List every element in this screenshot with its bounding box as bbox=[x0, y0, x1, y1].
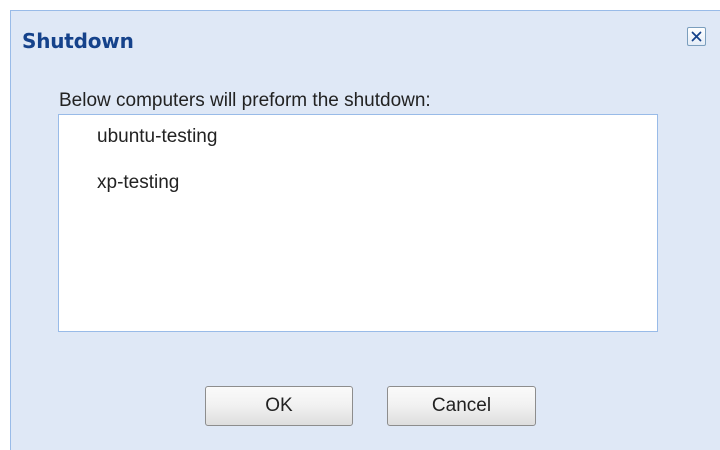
list-item[interactable]: ubuntu-testing bbox=[59, 125, 657, 149]
close-icon bbox=[691, 31, 702, 42]
list-item[interactable]: xp-testing bbox=[59, 171, 657, 195]
close-button[interactable] bbox=[687, 27, 706, 46]
ok-button[interactable]: OK bbox=[205, 386, 353, 426]
computer-list[interactable]: ubuntu-testing xp-testing bbox=[58, 114, 658, 332]
intro-text: Below computers will preform the shutdow… bbox=[59, 90, 431, 111]
cancel-button[interactable]: Cancel bbox=[387, 386, 536, 426]
dialog-title: Shutdown bbox=[22, 29, 134, 53]
shutdown-dialog: Shutdown Below computers will preform th… bbox=[10, 10, 720, 450]
